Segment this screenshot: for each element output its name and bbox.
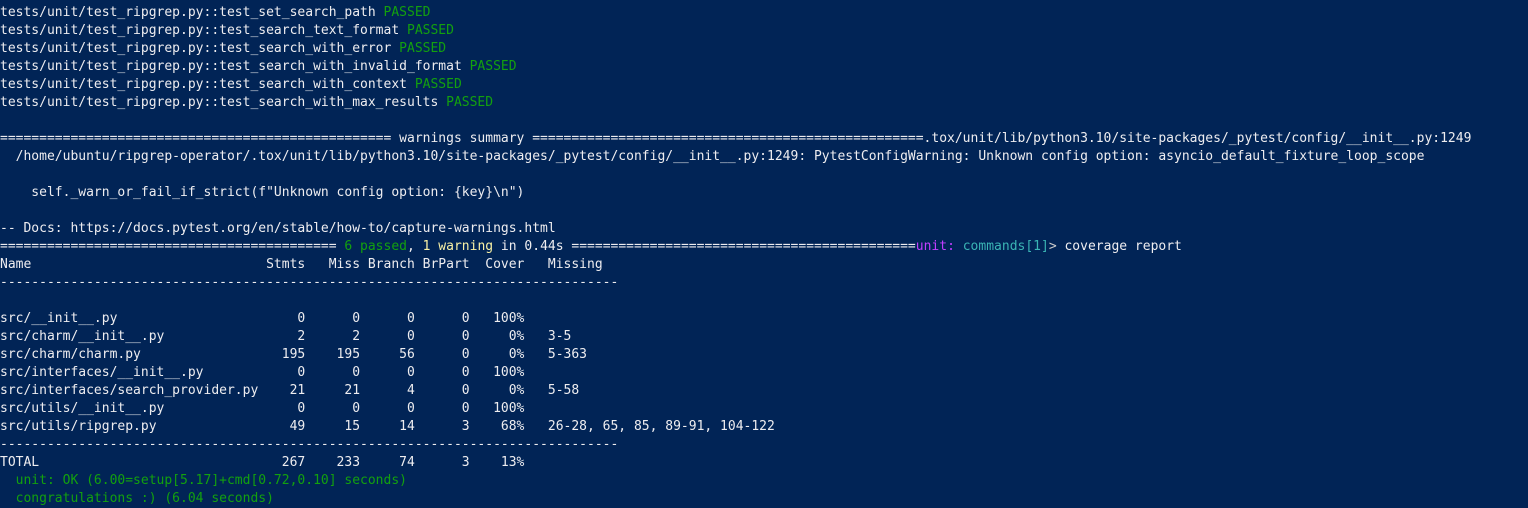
passed-status: PASSED (383, 5, 431, 20)
test-result-line: tests/unit/test_ripgrep.py::test_search_… (0, 23, 454, 38)
docs-link: -- Docs: https://docs.pytest.org/en/stab… (0, 221, 556, 236)
terminal-window[interactable]: tests/unit/test_ripgrep.py::test_set_sea… (0, 0, 1528, 506)
test-result-line: tests/unit/test_ripgrep.py::test_search_… (0, 59, 517, 74)
passed-status: PASSED (414, 77, 462, 92)
unit-env-label: unit: (915, 239, 955, 254)
tox-result-line: unit: OK (6.00=setup[5.17]+cmd[0.72,0.10… (0, 473, 407, 488)
warning-code: self._warn_or_fail_if_strict(f"Unknown c… (0, 185, 525, 200)
test-result-line: tests/unit/test_ripgrep.py::test_set_sea… (0, 5, 431, 20)
warning-count: 1 warning (422, 239, 494, 254)
commands-label: commands[1] (954, 239, 1049, 254)
prompt-symbol: > (1048, 239, 1065, 254)
session-summary-line: ========================================… (0, 239, 1182, 254)
passed-count: 6 passed (344, 239, 407, 254)
test-result-line: tests/unit/test_ripgrep.py::test_search_… (0, 77, 462, 92)
warnings-summary-header: ========================================… (0, 131, 1472, 146)
coverage-row: src/charm/__init__.py 2 2 0 0 0% 3-5 (0, 329, 572, 344)
test-result-line: tests/unit/test_ripgrep.py::test_search_… (0, 95, 494, 110)
passed-status: PASSED (399, 41, 447, 56)
congratulations-line: congratulations :) (6.04 seconds) (0, 491, 274, 506)
coverage-total: TOTAL 267 233 74 3 13% (0, 455, 525, 470)
coverage-row: src/__init__.py 0 0 0 0 100% (0, 311, 525, 326)
passed-status: PASSED (469, 59, 517, 74)
coverage-header: Name Stmts Miss Branch BrPart Cover Miss… (0, 257, 603, 272)
coverage-divider: ----------------------------------------… (0, 437, 619, 452)
passed-status: PASSED (407, 23, 454, 38)
passed-status: PASSED (446, 95, 494, 110)
command-text: coverage report (1064, 239, 1182, 254)
coverage-divider: ----------------------------------------… (0, 275, 619, 290)
coverage-row: src/interfaces/__init__.py 0 0 0 0 100% (0, 365, 525, 380)
coverage-row: src/interfaces/search_provider.py 21 21 … (0, 383, 580, 398)
coverage-row: src/utils/__init__.py 0 0 0 0 100% (0, 401, 525, 416)
coverage-row: src/charm/charm.py 195 195 56 0 0% 5-363 (0, 347, 587, 362)
warning-detail: /home/ubuntu/ripgrep-operator/.tox/unit/… (0, 149, 1425, 164)
test-result-line: tests/unit/test_ripgrep.py::test_search_… (0, 41, 447, 56)
coverage-row: src/utils/ripgrep.py 49 15 14 3 68% 26-2… (0, 419, 775, 434)
